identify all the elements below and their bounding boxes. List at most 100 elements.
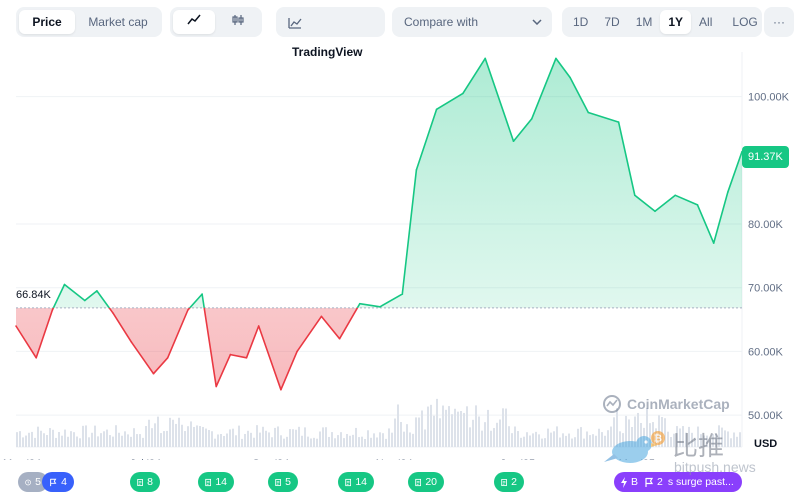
volume-bar [445, 409, 447, 447]
volume-bar [127, 434, 129, 447]
volume-bar [151, 428, 153, 447]
volume-bar [223, 435, 225, 447]
volume-bar [493, 428, 495, 447]
price-point [84, 299, 86, 302]
price-point [320, 315, 323, 318]
volume-bar [457, 411, 459, 447]
volume-bar [496, 422, 498, 447]
volume-bar [559, 437, 561, 447]
volume-bar [598, 428, 600, 447]
volume-bar [529, 435, 531, 447]
event-marker-news[interactable]: 2 [494, 472, 524, 492]
volume-bar [163, 431, 165, 447]
volume-bar [193, 426, 195, 447]
event-count: 2 [511, 476, 517, 488]
volume-bar [460, 411, 462, 447]
volume-bar [142, 437, 144, 447]
volume-bar [436, 398, 438, 447]
price-point [359, 302, 361, 305]
event-marker-flag[interactable]: 4 [42, 472, 74, 492]
flag-icon [50, 478, 57, 486]
volume-bar [328, 436, 330, 447]
volume-bar [508, 426, 510, 447]
volume-bar [205, 428, 207, 447]
price-point [712, 242, 715, 244]
event-marker-news[interactable]: 14 [338, 472, 374, 492]
volume-bar [250, 432, 252, 447]
volume-bar [145, 426, 147, 447]
volume-bar [49, 428, 51, 447]
volume-bar [517, 431, 519, 447]
volume-bar [547, 428, 549, 447]
price-point [96, 290, 98, 292]
volume-bar [316, 438, 318, 447]
y-tick-label: 70.00K [748, 283, 784, 295]
volume-bar [361, 436, 363, 447]
event-marker-news[interactable]: 20 [408, 472, 444, 492]
event-marker-news[interactable]: 5 [268, 472, 298, 492]
volume-bar [325, 427, 327, 447]
volume-bar [187, 426, 189, 447]
event-marker-news[interactable]: 14 [198, 472, 234, 492]
volume-bar [409, 432, 411, 447]
volume-bar [148, 419, 150, 447]
volume-bar [583, 438, 585, 447]
volume-bar [133, 428, 135, 447]
volume-bar [562, 433, 564, 447]
volume-bar [343, 438, 345, 447]
volume-bar [364, 438, 366, 447]
volume-bar [292, 429, 294, 447]
volume-bar [331, 432, 333, 447]
volume-bar [352, 434, 354, 447]
event-count: 20 [425, 476, 437, 488]
volume-bar [175, 423, 177, 447]
volume-bar [526, 432, 528, 447]
volume-bar [505, 408, 507, 447]
x-axis: May '24Jul '24Sep '24Nov '24Jan '25Mar '… [3, 458, 655, 460]
volume-bar [565, 435, 567, 447]
volume-bar [256, 425, 258, 447]
x-tick-label: Jul '24 [130, 458, 161, 460]
volume-bar [433, 415, 435, 447]
volume-bar [451, 414, 453, 447]
volume-bar [346, 434, 348, 447]
volume-bar [19, 431, 21, 447]
volume-bar [337, 435, 339, 447]
volume-bar [190, 421, 192, 447]
bitpush-brand-en: bitpush.news [674, 459, 756, 475]
volume-bar [37, 426, 39, 447]
y-tick-label: 50.00K [748, 410, 784, 422]
flag-icon [645, 477, 654, 487]
volume-bar [136, 434, 138, 447]
price-chart[interactable]: 50.00K 60.00K 70.00K 80.00K 100.00K May '24 J… [0, 0, 798, 460]
volume-bar [88, 437, 90, 447]
volume-bar [424, 429, 426, 447]
volume-bar [430, 404, 432, 447]
volume-bar [478, 416, 480, 447]
price-point [401, 293, 404, 295]
volume-bar [112, 436, 114, 447]
volume-bar [226, 433, 228, 447]
x-tick-label: Jan '25 [500, 458, 535, 460]
volume-bar [229, 429, 231, 447]
volume-bar [289, 429, 291, 447]
volume-bar [568, 433, 570, 447]
volume-bar [70, 431, 72, 447]
event-marker-news[interactable]: 8 [130, 472, 160, 492]
volume-bar [280, 435, 282, 447]
volume-bar [304, 427, 306, 447]
volume-bar [166, 430, 168, 447]
volume-bar [541, 438, 543, 447]
price-point [512, 140, 515, 142]
volume-bar [499, 419, 501, 447]
y-tick-label: 80.00K [748, 219, 784, 231]
volume-bar [82, 425, 84, 447]
volume-bar [178, 417, 180, 447]
volume-bar [103, 431, 105, 447]
bitpush-watermark: ₿ 比推 bitpush.news [602, 426, 798, 478]
volume-bar [418, 417, 420, 447]
doc-icon [345, 478, 352, 486]
volume-bar [295, 429, 297, 447]
price-point [215, 385, 217, 388]
volume-bar [115, 425, 117, 447]
